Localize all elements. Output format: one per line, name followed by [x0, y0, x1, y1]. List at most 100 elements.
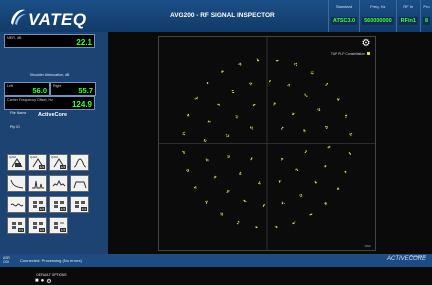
options-caption: DEFAULT OPTIONS — [36, 273, 67, 277]
constellation-point — [232, 90, 234, 92]
constellation-point — [288, 85, 290, 87]
tool-badge: 1/4 — [17, 228, 24, 232]
constellation-point — [304, 93, 306, 95]
constellation-point — [325, 127, 327, 129]
constellation-point — [182, 150, 184, 153]
constellation-point — [218, 103, 220, 105]
tool-decay-button[interactable] — [7, 175, 26, 192]
constellation-point — [294, 221, 296, 223]
stat-label: Freq. Hz — [370, 4, 386, 9]
constellation-point — [206, 200, 209, 202]
tool-qam-2-button[interactable]: QAM 1/4 — [28, 154, 47, 171]
tool-badge: 1/4 — [80, 207, 87, 211]
tool-grid-e-button[interactable]: 1/4 — [28, 217, 47, 234]
constellation-point — [318, 108, 320, 110]
stat-rf-in[interactable]: RF In RFin1 — [395, 0, 420, 32]
constellation-point — [186, 170, 189, 172]
constellation-point — [280, 159, 283, 161]
constellation-point — [349, 133, 351, 135]
lock-icon[interactable]: ■ — [35, 278, 39, 285]
constellation-point — [282, 126, 284, 129]
constellation-point — [205, 140, 207, 142]
constellation-point — [305, 151, 307, 153]
constellation-point — [195, 97, 197, 99]
constellation-point — [350, 133, 352, 135]
constellation-point — [214, 176, 216, 178]
constellation-point — [305, 95, 307, 97]
settings-icon[interactable]: ⚙ — [46, 278, 51, 285]
plot-settings-icon[interactable]: ⚙ — [360, 38, 372, 50]
constellation-point — [326, 125, 328, 128]
constellation-plot[interactable]: TAP PLP Constellation DSC ⚙ — [158, 36, 376, 251]
constellation-point — [184, 152, 186, 154]
tool-qam-1-button[interactable]: QAM — [7, 154, 26, 171]
constellation-point — [187, 168, 189, 171]
constellation-point — [205, 202, 208, 204]
legend-swatch — [367, 52, 370, 55]
tool-impulse-button[interactable] — [28, 175, 47, 192]
constellation-point — [207, 158, 209, 161]
constellation-point — [226, 134, 228, 136]
left-readout: Left 56.0 — [4, 82, 50, 96]
stat-frequency[interactable]: Freq. Hz 560000000 — [359, 0, 396, 32]
carrier-readout: Carrier Frequency Offset, Hz 124.9 — [4, 96, 95, 110]
constellation-point — [349, 154, 352, 156]
constellation-point — [182, 132, 184, 134]
right-value: 55.7 — [78, 86, 93, 95]
corner-label: DSC — [365, 244, 372, 248]
stat-label: RF In — [403, 4, 414, 9]
stat-label: Pro — [423, 4, 430, 9]
tool-grid-c-button[interactable]: 1/4 — [70, 196, 89, 213]
constellation-point — [304, 131, 306, 133]
constellation-point — [239, 174, 241, 176]
constellation-point — [303, 130, 305, 132]
stat-label: Standard — [335, 4, 353, 9]
constellation-point — [220, 214, 222, 216]
constellation-point — [280, 180, 282, 182]
tool-tag: QAM — [30, 155, 37, 159]
stat-value: 560000000 — [362, 17, 394, 25]
status-text: Connected: Processing (No errors) — [20, 258, 82, 263]
tool-bins-button[interactable] — [49, 175, 68, 192]
constellation-point — [213, 177, 215, 179]
constellation-point — [306, 95, 308, 97]
constellation-point — [281, 128, 283, 130]
constellation-point — [293, 113, 295, 115]
constellation-point — [182, 133, 184, 136]
constellation-point — [300, 194, 302, 196]
constellation-point — [345, 116, 347, 118]
constellation-point — [204, 139, 206, 141]
constellation-point — [309, 214, 311, 216]
legend-label: TAP PLP Constellation — [331, 52, 365, 56]
tool-wave-button[interactable] — [7, 196, 26, 213]
constellation-point — [205, 158, 207, 160]
constellation-point — [325, 84, 327, 86]
vateq-logo: VATEQ — [6, 4, 86, 30]
tool-grid-b-button[interactable]: 1/4 — [49, 196, 68, 213]
file-name-label: File Name — [10, 111, 27, 115]
constellation-point — [293, 64, 295, 66]
stat-pro[interactable]: Pro 8 — [419, 0, 432, 32]
constellation-point — [239, 62, 241, 64]
constellation-point — [227, 135, 229, 137]
tool-shape-button[interactable] — [70, 175, 89, 192]
constellation-point — [193, 187, 195, 189]
user-icon[interactable]: ● — [41, 278, 45, 285]
constellation-point — [324, 165, 326, 167]
tool-spectrum-button[interactable] — [70, 154, 89, 171]
tool-grid-f-button[interactable]: 1/4 — [49, 217, 68, 234]
tool-grid-a-button[interactable]: 1/4 — [28, 196, 47, 213]
constellation-point — [337, 98, 339, 100]
constellation-point — [237, 223, 239, 225]
constellation-point — [305, 150, 307, 152]
constellation-point — [296, 168, 298, 170]
stat-standard[interactable]: Standard ATSC3.0 — [327, 0, 359, 32]
tool-qam-3-button[interactable]: QAM 1/4 — [49, 154, 68, 171]
constellation-point — [205, 200, 207, 202]
tool-grid-d-button[interactable]: 1/4 — [7, 217, 26, 234]
tool-decay-icon — [10, 179, 23, 189]
constellation-point — [269, 80, 271, 82]
constellation-point — [196, 96, 198, 98]
tool-wave-icon — [10, 203, 23, 207]
constellation-point — [239, 172, 241, 174]
